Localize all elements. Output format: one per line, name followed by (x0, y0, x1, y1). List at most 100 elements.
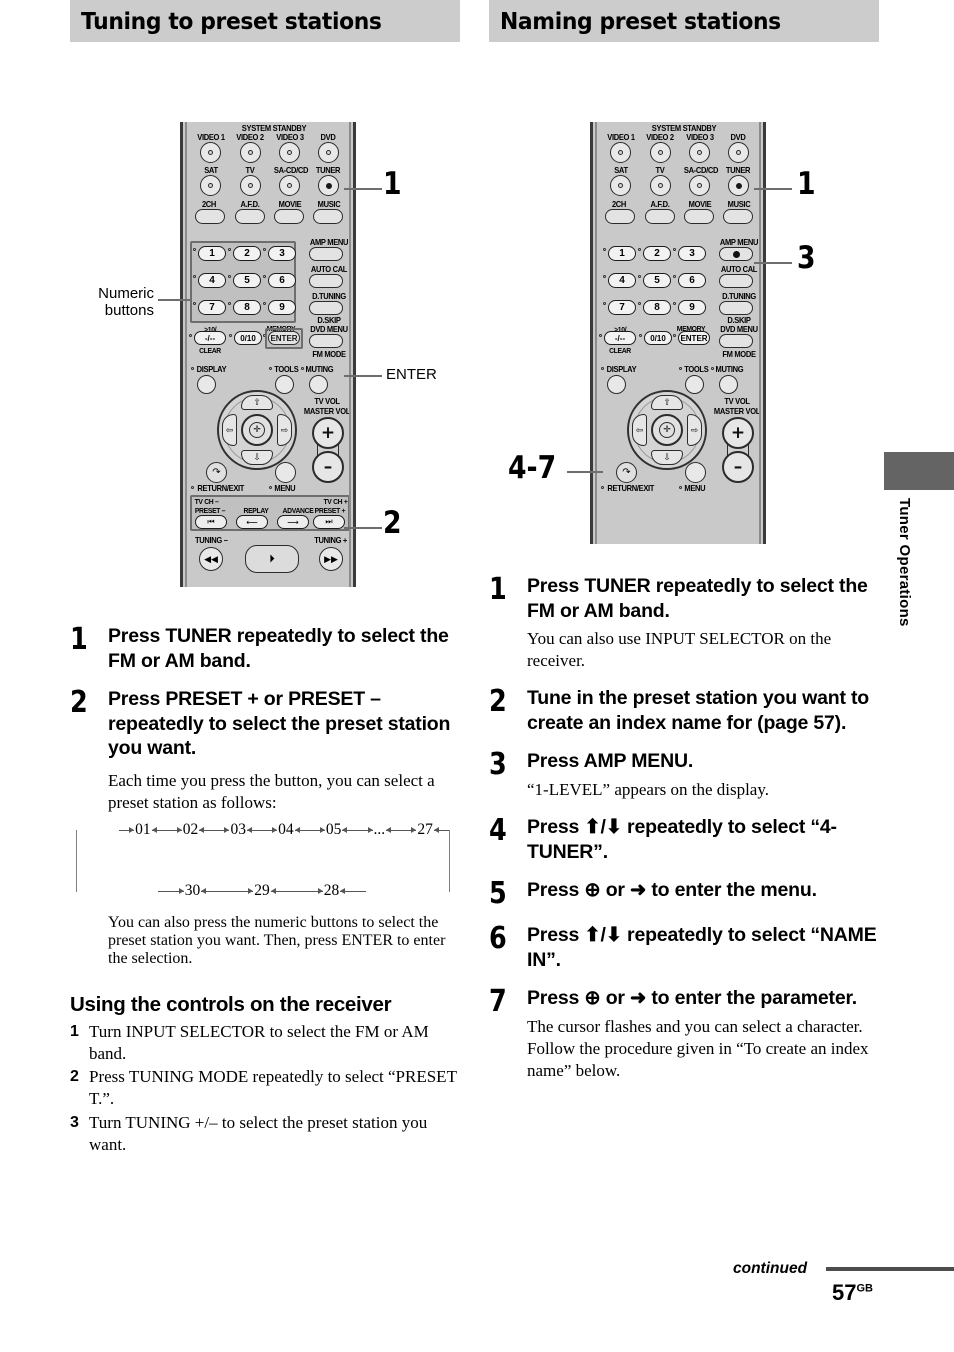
dpad-up-button[interactable]: ⇧ (651, 395, 683, 410)
label-music: MUSIC (317, 200, 341, 209)
dpad-enter-button[interactable]: ✛ (241, 414, 273, 446)
button-music[interactable] (313, 209, 343, 224)
button-dvd-menu[interactable] (309, 334, 343, 348)
label-video-2: VIDEO 2 (236, 133, 264, 142)
button-d-tuning[interactable] (309, 301, 343, 315)
button-auto-cal[interactable] (719, 274, 753, 288)
button-advance[interactable]: ⟶ (277, 515, 309, 529)
button-muting[interactable] (309, 375, 328, 394)
button-afd[interactable] (235, 209, 265, 224)
button-tools[interactable] (275, 375, 294, 394)
led-indicator (638, 275, 641, 278)
button-auto-cal[interactable] (309, 274, 343, 288)
button-dvd[interactable] (318, 142, 339, 163)
button-replay[interactable]: ⟵ (236, 515, 268, 529)
dpad-right-button[interactable]: ⇨ (277, 414, 292, 446)
button-video-2[interactable] (240, 142, 261, 163)
callout-numeric-buttons: Numeric buttons (60, 285, 154, 319)
right-step-1-number: 1 (489, 572, 507, 607)
button-numeric-3[interactable]: 3 (678, 246, 706, 261)
button-display[interactable] (607, 375, 626, 394)
button-tv[interactable] (650, 175, 671, 196)
label-d-skip: D.SKIP (727, 316, 751, 325)
button-numeric-1[interactable]: 1 (198, 246, 226, 261)
button-video-2[interactable] (650, 142, 671, 163)
button-tools[interactable] (685, 375, 704, 394)
button-video-3[interactable] (689, 142, 710, 163)
dpad-down-button[interactable]: ⇩ (651, 450, 683, 465)
button-display[interactable] (197, 375, 216, 394)
button-menu[interactable] (275, 462, 296, 483)
button-video-3[interactable] (279, 142, 300, 163)
button-numeric-2[interactable]: 2 (643, 246, 671, 261)
button-numeric-6[interactable]: 6 (678, 273, 706, 288)
remote-illustration-right: SYSTEM STANDBY VIDEO 1 VIDEO 2 VIDEO 3 D… (590, 122, 766, 544)
volume-down-button[interactable]: – (722, 451, 754, 483)
label-fm-mode: FM MODE (722, 350, 756, 359)
button-sa-cd-cd[interactable] (279, 175, 300, 196)
button-preset-plus[interactable]: ⏭ (313, 515, 345, 529)
button-muting[interactable] (719, 375, 738, 394)
button-music[interactable] (723, 209, 753, 224)
button-numeric-5[interactable]: 5 (233, 273, 261, 288)
button-numeric-1[interactable]: 1 (608, 246, 636, 261)
button-movie[interactable] (274, 209, 304, 224)
button-numeric-8[interactable]: 8 (643, 300, 671, 315)
button-tuner[interactable] (318, 175, 339, 196)
dpad-left-button[interactable]: ⇦ (222, 414, 237, 446)
button-d-tuning[interactable] (719, 301, 753, 315)
button-2ch[interactable] (195, 209, 225, 224)
button-sat[interactable] (200, 175, 221, 196)
button-amp-menu[interactable] (719, 247, 753, 261)
button-play[interactable]: ⏵ (245, 545, 299, 573)
button-menu[interactable] (685, 462, 706, 483)
button-numeric-4[interactable]: 4 (198, 273, 226, 288)
dpad-down-button[interactable]: ⇩ (241, 450, 273, 465)
left-column: Tuning to preset stations (70, 0, 460, 42)
button-2ch[interactable] (605, 209, 635, 224)
button-zero-10[interactable]: 0/10 (644, 331, 672, 345)
button-preset-minus[interactable]: ⏮ (195, 515, 227, 529)
button-numeric-6[interactable]: 6 (268, 273, 296, 288)
button-video-1[interactable] (610, 142, 631, 163)
button-amp-menu[interactable] (309, 247, 343, 261)
dpad-right-button[interactable]: ⇨ (687, 414, 702, 446)
button-return-exit[interactable]: ↷ (616, 462, 637, 483)
button-movie[interactable] (684, 209, 714, 224)
volume-up-button[interactable]: + (722, 417, 754, 449)
button-sa-cd-cd[interactable] (689, 175, 710, 196)
button-zero-10[interactable]: 0/10 (234, 331, 262, 345)
button-video-1[interactable] (200, 142, 221, 163)
button-dvd-menu[interactable] (719, 334, 753, 348)
label-movie: MOVIE (688, 200, 712, 209)
button-return-exit[interactable]: ↷ (206, 462, 227, 483)
led-indicator (603, 302, 606, 305)
button-numeric-3[interactable]: 3 (268, 246, 296, 261)
button-tv[interactable] (240, 175, 261, 196)
button-numeric-7[interactable]: 7 (198, 300, 226, 315)
led-indicator (679, 367, 682, 370)
dpad-up-button[interactable]: ⇧ (241, 395, 273, 410)
remote-left-face: SYSTEM STANDBY VIDEO 1 VIDEO 2 VIDEO 3 D… (183, 122, 353, 587)
button-dash-dash[interactable]: -/-- (194, 331, 226, 345)
dpad-left-button[interactable]: ⇦ (632, 414, 647, 446)
button-numeric-2[interactable]: 2 (233, 246, 261, 261)
volume-down-button[interactable]: – (312, 451, 344, 483)
button-numeric-4[interactable]: 4 (608, 273, 636, 288)
button-numeric-9[interactable]: 9 (268, 300, 296, 315)
button-tuner[interactable] (728, 175, 749, 196)
button-dash-dash[interactable]: -/-- (604, 331, 636, 345)
button-numeric-8[interactable]: 8 (233, 300, 261, 315)
button-tuning-minus[interactable]: ◀◀ (199, 547, 223, 571)
button-afd[interactable] (645, 209, 675, 224)
button-tuning-plus[interactable]: ▶▶ (319, 547, 343, 571)
button-sat[interactable] (610, 175, 631, 196)
label-afd: A.F.D. (650, 200, 670, 209)
button-dvd[interactable] (728, 142, 749, 163)
button-numeric-5[interactable]: 5 (643, 273, 671, 288)
button-numeric-9[interactable]: 9 (678, 300, 706, 315)
button-numeric-7[interactable]: 7 (608, 300, 636, 315)
volume-up-button[interactable]: + (312, 417, 344, 449)
dpad-enter-button[interactable]: ✛ (651, 414, 683, 446)
button-enter[interactable]: ENTER (678, 331, 710, 345)
